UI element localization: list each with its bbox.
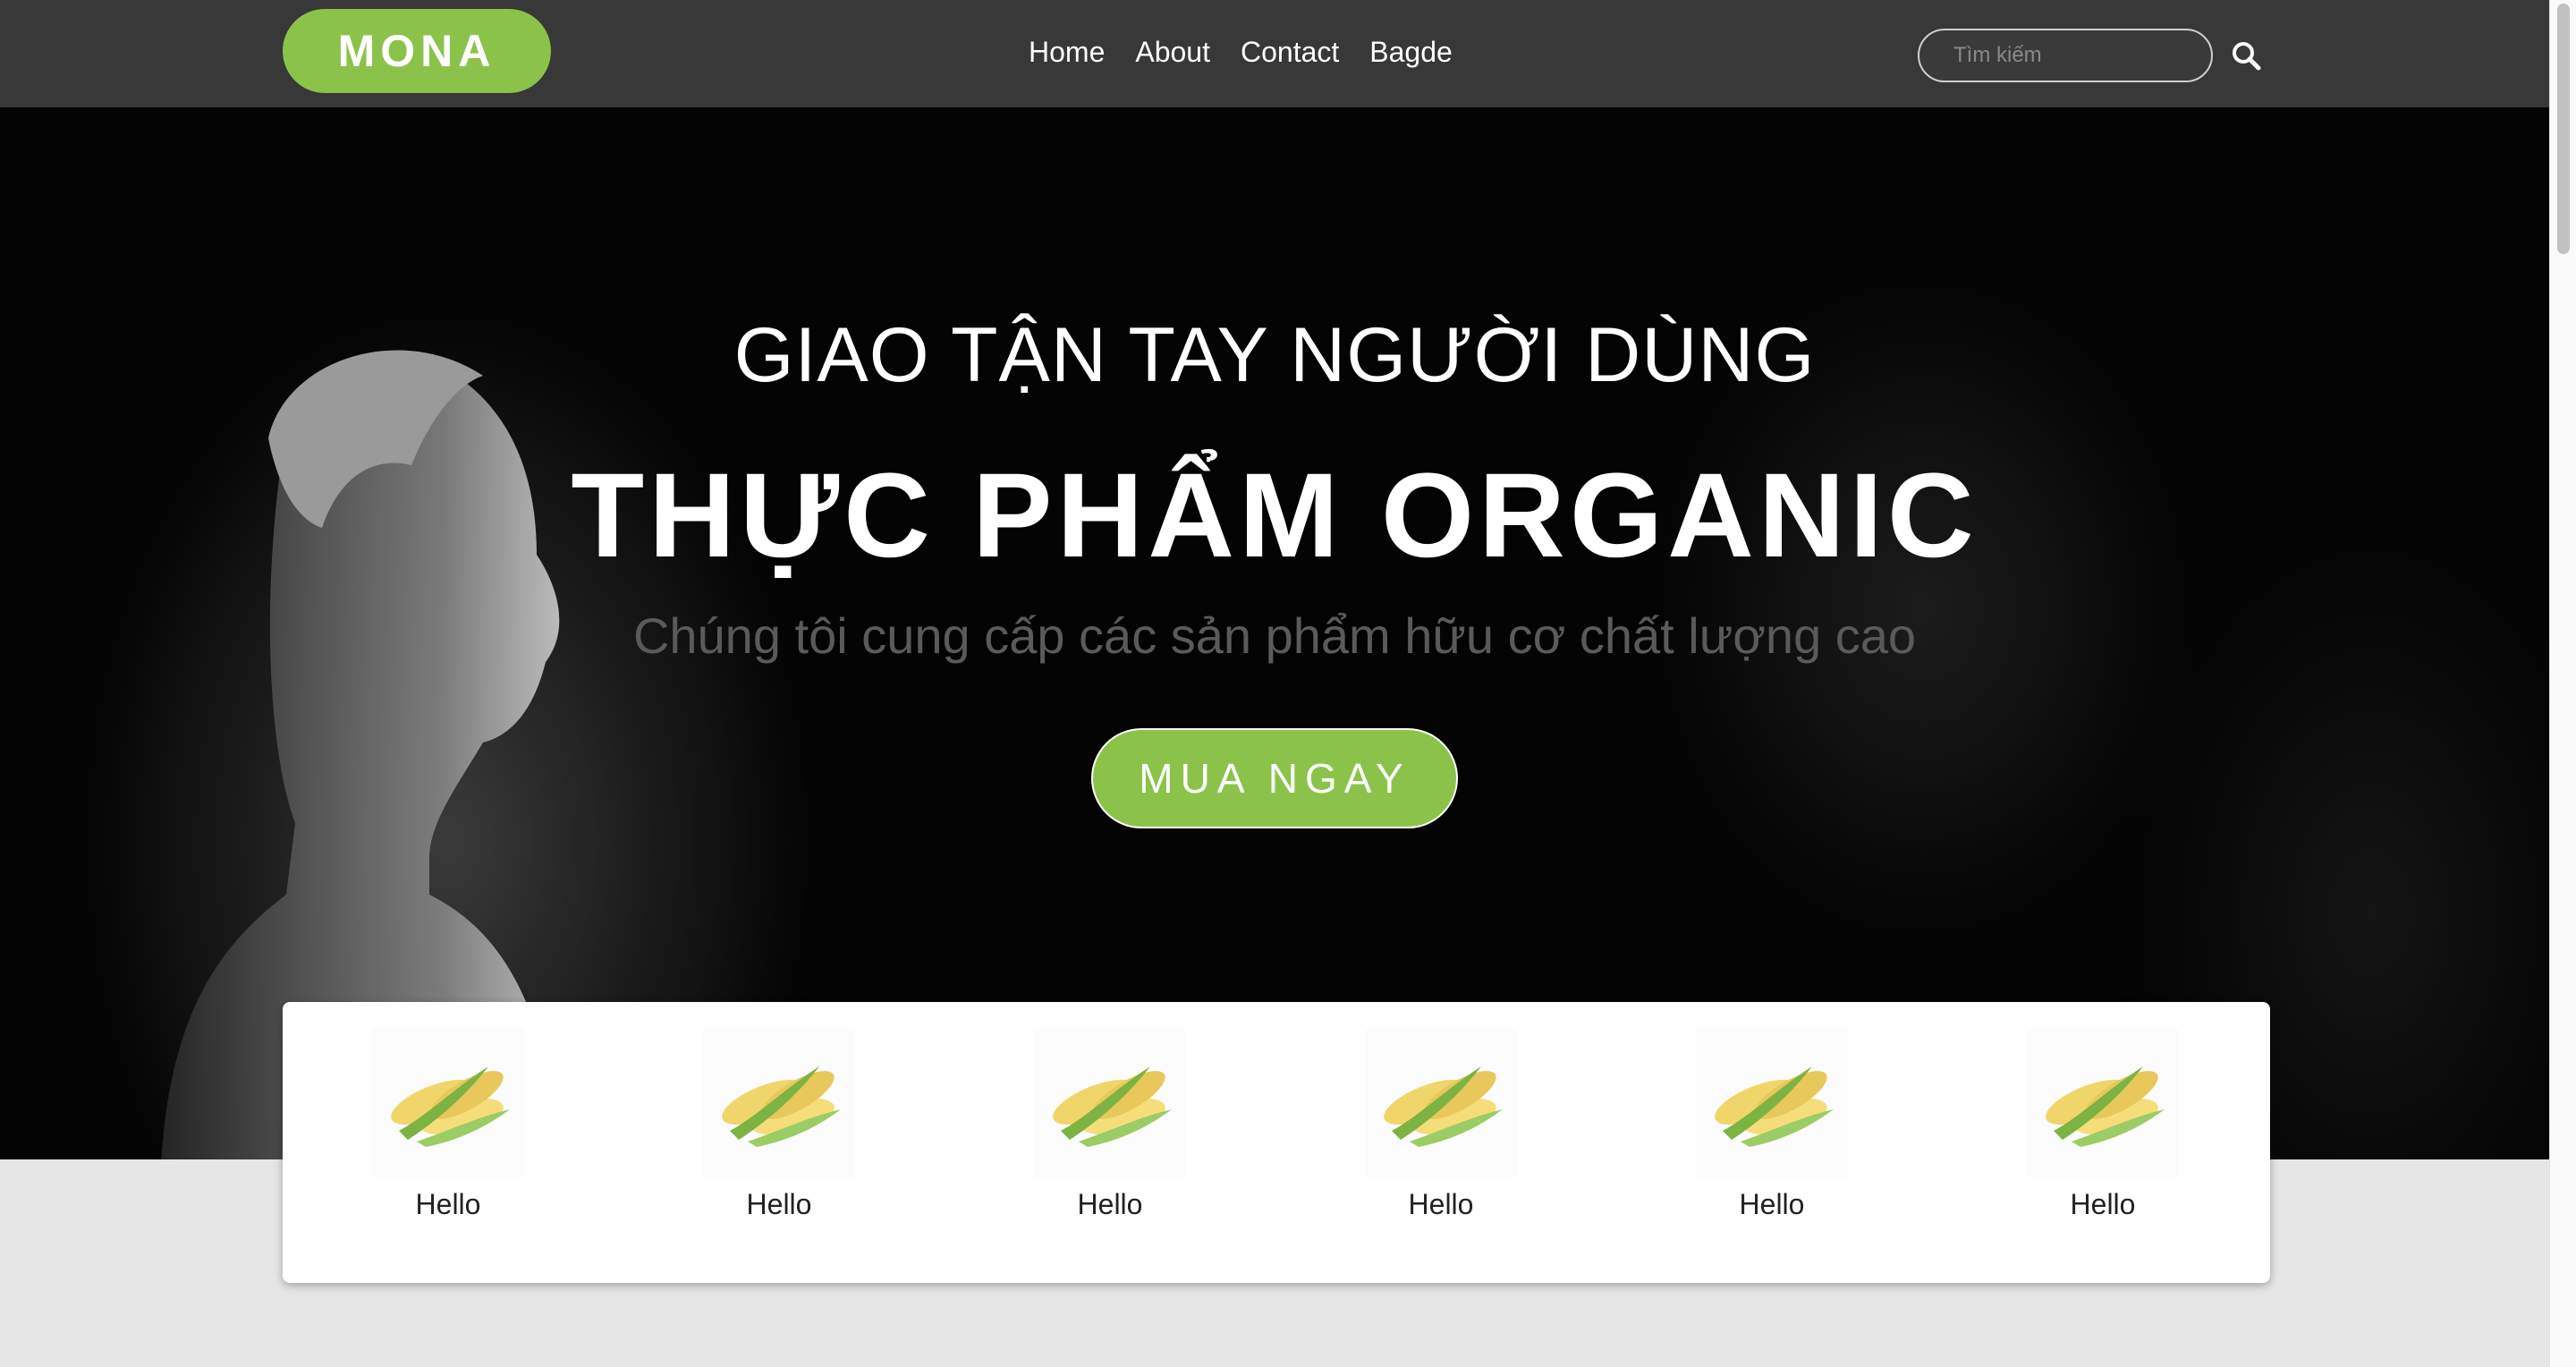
product-name: Hello bbox=[1077, 1188, 1143, 1220]
product-item[interactable]: Hello bbox=[1606, 1029, 1937, 1221]
product-name: Hello bbox=[1739, 1188, 1805, 1220]
product-panel: Hello Hello Hello Hello Hello Hello bbox=[283, 1002, 2270, 1283]
product-name: Hello bbox=[2070, 1188, 2136, 1220]
product-item[interactable]: Hello bbox=[1937, 1029, 2268, 1221]
nav-home-link[interactable]: Home bbox=[1029, 36, 1105, 69]
search-input[interactable] bbox=[1919, 30, 2231, 81]
search-icon bbox=[2233, 42, 2261, 71]
nav-badge-link[interactable]: Bagde bbox=[1369, 36, 1453, 69]
buy-now-button[interactable]: MUA NGAY bbox=[1091, 728, 1458, 828]
logo[interactable]: MONA bbox=[283, 9, 551, 93]
product-list: Hello Hello Hello Hello Hello Hello bbox=[283, 1029, 2270, 1221]
product-name: Hello bbox=[415, 1188, 481, 1220]
corn-image[interactable] bbox=[1696, 1029, 1848, 1177]
search-button[interactable] bbox=[2231, 30, 2261, 81]
product-name: Hello bbox=[746, 1188, 812, 1220]
search-box bbox=[1918, 29, 2261, 82]
corn-image[interactable] bbox=[2027, 1029, 2179, 1177]
hero-description: Chúng tôi cung cấp các sản phẩm hữu cơ c… bbox=[632, 607, 1917, 664]
corn-image[interactable] bbox=[1365, 1029, 1517, 1177]
nav-contact-link[interactable]: Contact bbox=[1241, 36, 1339, 69]
corn-image[interactable] bbox=[703, 1029, 855, 1177]
corn-image[interactable] bbox=[372, 1029, 524, 1177]
hero-title: THỰC PHẨM ORGANIC bbox=[571, 449, 1979, 582]
product-item[interactable]: Hello bbox=[945, 1029, 1275, 1221]
page-scrollbar[interactable] bbox=[2549, 0, 2576, 1367]
product-item[interactable]: Hello bbox=[283, 1029, 614, 1221]
product-item[interactable]: Hello bbox=[1275, 1029, 1606, 1221]
nav-about-link[interactable]: About bbox=[1135, 36, 1210, 69]
hero-subtitle: GIAO TẬN TAY NGƯỜI DÙNG bbox=[733, 312, 1816, 398]
product-item[interactable]: Hello bbox=[614, 1029, 945, 1221]
corn-image[interactable] bbox=[1034, 1029, 1186, 1177]
scrollbar-thumb[interactable] bbox=[2557, 4, 2570, 254]
product-name: Hello bbox=[1408, 1188, 1474, 1220]
site-header: MONA Home About Contact Bagde bbox=[0, 0, 2549, 107]
main-nav: Home About Contact Bagde bbox=[1029, 0, 1453, 104]
